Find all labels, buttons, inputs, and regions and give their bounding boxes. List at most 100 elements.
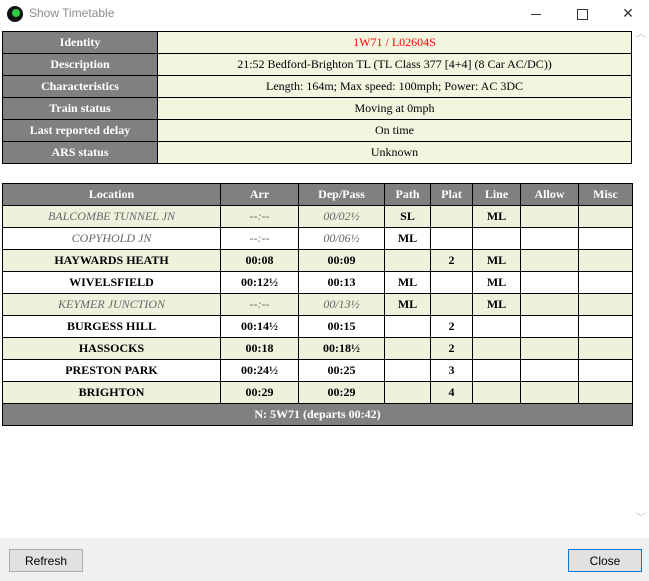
table-row[interactable]: WIVELSFIELD 00:12½ 00:13 ML ML [2,271,633,294]
close-window-button[interactable]: ✕ [605,0,649,28]
plat-cell: 2 [430,249,473,272]
path-cell [384,249,431,272]
location-cell: BURGESS HILL [2,315,221,338]
dep-cell: 00:25 [298,359,385,382]
allow-cell [520,249,579,272]
column-header-dep: Dep/Pass [298,183,385,206]
location-cell: COPYHOLD JN [2,227,221,250]
button-bar: Refresh Close [0,538,649,581]
info-label: Identity [2,31,158,54]
path-cell: ML [384,293,431,316]
arr-cell: --:-- [220,205,299,228]
column-header-misc: Misc [578,183,633,206]
arr-cell: 00:29 [220,381,299,404]
path-cell [384,337,431,360]
timetable-header-row: Location Arr Dep/Pass Path Plat Line All… [2,183,633,206]
column-header-plat: Plat [430,183,473,206]
location-cell: HAYWARDS HEATH [2,249,221,272]
info-label: Characteristics [2,75,158,98]
plat-cell [430,205,473,228]
dep-cell: 00:29 [298,381,385,404]
line-cell [472,315,521,338]
dep-cell: 00:13 [298,271,385,294]
table-row[interactable]: HAYWARDS HEATH 00:08 00:09 2 ML [2,249,633,272]
location-cell: PRESTON PARK [2,359,221,382]
allow-cell [520,359,579,382]
next-working-text: N: 5W71 (departs 00:42) [2,403,633,426]
info-row: Identity 1W71 / L02604S [2,31,632,54]
arr-cell: 00:14½ [220,315,299,338]
window-title: Show Timetable [29,6,115,20]
refresh-button[interactable]: Refresh [9,549,83,572]
path-cell [384,381,431,404]
plat-cell: 2 [430,315,473,338]
minimize-icon [531,13,541,15]
line-cell: ML [472,249,521,272]
table-row[interactable]: HASSOCKS 00:18 00:18½ 2 [2,337,633,360]
ars-status-value: Unknown [157,141,632,164]
maximize-icon [576,8,588,20]
plat-cell [430,271,473,294]
table-row[interactable]: BALCOMBE TUNNEL JN --:-- 00/02½ SL ML [2,205,633,228]
location-cell: KEYMER JUNCTION [2,293,221,316]
misc-cell [578,249,633,272]
misc-cell [578,337,633,360]
info-row: Train status Moving at 0mph [2,97,632,120]
allow-cell [520,337,579,360]
dep-cell: 00:15 [298,315,385,338]
arr-cell: 00:12½ [220,271,299,294]
plat-cell [430,227,473,250]
table-row[interactable]: BURGESS HILL 00:14½ 00:15 2 [2,315,633,338]
app-icon [7,6,23,22]
column-header-arr: Arr [220,183,299,206]
allow-cell [520,381,579,404]
info-row: Characteristics Length: 164m; Max speed:… [2,75,632,98]
info-label: Last reported delay [2,119,158,142]
dep-cell: 00/02½ [298,205,385,228]
maximize-button[interactable] [559,0,605,28]
plat-cell [430,293,473,316]
arr-cell: 00:08 [220,249,299,272]
path-cell: ML [384,227,431,250]
delay-value: On time [157,119,632,142]
close-button[interactable]: Close [568,549,642,572]
info-label: Description [2,53,158,76]
column-header-location: Location [2,183,221,206]
characteristics-value: Length: 164m; Max speed: 100mph; Power: … [157,75,632,98]
table-row[interactable]: PRESTON PARK 00:24½ 00:25 3 [2,359,633,382]
path-cell [384,315,431,338]
path-cell: ML [384,271,431,294]
arr-cell: 00:24½ [220,359,299,382]
next-working-row: N: 5W71 (departs 00:42) [2,403,633,426]
minimize-button[interactable] [513,0,559,28]
table-row[interactable]: KEYMER JUNCTION --:-- 00/13½ ML ML [2,293,633,316]
arr-cell: --:-- [220,293,299,316]
train-status-value: Moving at 0mph [157,97,632,120]
column-header-path: Path [384,183,431,206]
info-label: Train status [2,97,158,120]
misc-cell [578,227,633,250]
arr-cell: --:-- [220,227,299,250]
dep-cell: 00/13½ [298,293,385,316]
column-header-line: Line [472,183,521,206]
info-label: ARS status [2,141,158,164]
arr-cell: 00:18 [220,337,299,360]
allow-cell [520,271,579,294]
misc-cell [578,271,633,294]
line-cell [472,337,521,360]
allow-cell [520,227,579,250]
table-row[interactable]: BRIGHTON 00:29 00:29 4 [2,381,633,404]
identity-value: 1W71 / L02604S [157,31,632,54]
description-value: 21:52 Bedford-Brighton TL (TL Class 377 … [157,53,632,76]
location-cell: BRIGHTON [2,381,221,404]
line-cell: ML [472,205,521,228]
scroll-up-icon[interactable]: ︿ [636,30,646,40]
plat-cell: 2 [430,337,473,360]
table-row[interactable]: COPYHOLD JN --:-- 00/06½ ML [2,227,633,250]
vertical-scrollbar[interactable]: ︿ ﹀ [633,28,649,538]
scroll-down-icon[interactable]: ﹀ [636,514,646,524]
misc-cell [578,381,633,404]
dep-cell: 00:09 [298,249,385,272]
plat-cell: 3 [430,359,473,382]
misc-cell [578,205,633,228]
